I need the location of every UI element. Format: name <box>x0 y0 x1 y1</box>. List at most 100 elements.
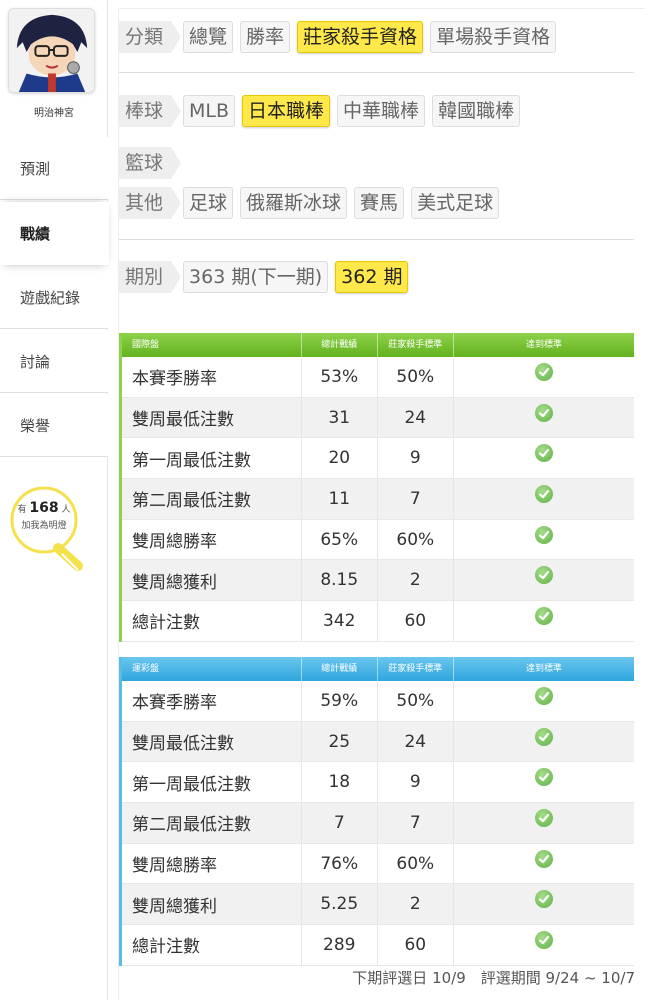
check-icon <box>535 768 554 787</box>
row-name: 雙周最低注數 <box>122 721 302 762</box>
chip-single-killer[interactable]: 單場殺手資格 <box>430 21 557 53</box>
row-name: 本賽季勝率 <box>122 357 302 397</box>
row-name: 雙周總勝率 <box>122 843 302 884</box>
row-standard: 50% <box>378 681 455 721</box>
chip-soccer[interactable]: 足球 <box>183 187 234 219</box>
row-total: 65% <box>302 519 378 560</box>
row-name: 雙周總勝率 <box>122 519 302 560</box>
filter-row-baseball: 棒球 MLB 日本職棒 中華職棒 韓國職棒 <box>119 95 527 127</box>
row-standard: 9 <box>378 762 455 803</box>
row-standard: 9 <box>378 438 455 479</box>
table-body: 本賽季勝率 53% 50% 雙周最低注數 31 24 第一周最低注數 20 9 第二周最低注數 11… <box>122 357 634 642</box>
table-row: 雙周總獲利 5.25 2 <box>122 884 634 926</box>
sidebar: 明治神宮 預測 戰績 遊戲紀錄 討論 榮譽 有 168 人 加我為明燈 <box>0 0 109 1000</box>
row-total: 76% <box>302 843 378 884</box>
baseball-label: 棒球 <box>119 95 182 127</box>
check-icon <box>535 686 554 705</box>
header-standard: 莊家殺手標準 <box>378 333 455 357</box>
row-standard: 7 <box>378 803 455 843</box>
table-row: 雙周總獲利 8.15 2 <box>122 560 634 602</box>
fans-line2: 加我為明燈 <box>21 521 67 531</box>
header-total: 總計戰績 <box>302 333 378 357</box>
nav-item-predict[interactable]: 預測 <box>0 137 108 200</box>
row-standard: 50% <box>378 357 455 397</box>
table-sports-lottery: 運彩盤 總計戰績 莊家殺手標準 達到標準 本賽季勝率 59% 50% 雙周最低注數 25… <box>119 657 634 966</box>
row-standard: 60% <box>378 843 455 884</box>
check-icon <box>535 525 554 544</box>
row-total: 11 <box>302 479 378 519</box>
table-title: 國際盤 <box>122 333 302 357</box>
table-row: 第二周最低注數 11 7 <box>122 479 634 520</box>
row-qualified <box>454 398 634 438</box>
chip-mlb[interactable]: MLB <box>183 95 236 127</box>
user-name: 明治神宮 <box>34 108 74 119</box>
row-qualified <box>454 520 634 560</box>
check-icon <box>535 606 554 625</box>
row-name: 雙周最低注數 <box>122 397 302 438</box>
table-row: 雙周最低注數 25 24 <box>122 721 634 763</box>
check-icon <box>535 403 554 422</box>
table-row: 總計注數 342 60 <box>122 601 634 642</box>
row-total: 20 <box>302 438 378 479</box>
row-total: 7 <box>302 803 378 843</box>
table-title: 運彩盤 <box>122 657 302 681</box>
period-label: 期別 <box>119 261 182 293</box>
fans-count-text[interactable]: 有 168 人 加我為明燈 <box>12 500 76 534</box>
header-total: 總計戰績 <box>302 657 378 681</box>
chip-win-rate[interactable]: 勝率 <box>240 21 291 53</box>
row-qualified <box>454 844 634 884</box>
chip-american-football[interactable]: 美式足球 <box>411 187 500 219</box>
row-total: 5.25 <box>302 884 378 925</box>
avatar-image <box>9 9 94 92</box>
other-label: 其他 <box>119 187 182 219</box>
table-header: 國際盤 總計戰績 莊家殺手標準 達到標準 <box>122 333 634 357</box>
nav-item-discussion[interactable]: 討論 <box>0 330 108 393</box>
nav-item-game-history[interactable]: 遊戲紀錄 <box>0 266 108 329</box>
row-total: 342 <box>302 601 378 641</box>
check-icon <box>535 566 554 585</box>
row-total: 25 <box>302 721 378 762</box>
row-name: 本賽季勝率 <box>122 681 302 721</box>
nav-item-record[interactable]: 戰績 <box>0 202 109 265</box>
check-icon <box>535 808 554 827</box>
chip-cpbl[interactable]: 中華職棒 <box>337 95 426 127</box>
chip-period-362[interactable]: 362 期 <box>335 261 409 293</box>
row-standard: 2 <box>378 884 455 925</box>
fans-count: 168 <box>29 500 59 516</box>
chip-kbo[interactable]: 韓國職棒 <box>432 95 521 127</box>
row-qualified <box>454 762 634 802</box>
table-row: 第一周最低注數 18 9 <box>122 762 634 804</box>
table-row: 雙周總勝率 76% 60% <box>122 843 634 885</box>
table-row: 本賽季勝率 53% 50% <box>122 357 634 398</box>
row-total: 289 <box>302 925 378 965</box>
chip-period-363[interactable]: 363 期(下一期) <box>183 261 329 293</box>
check-icon <box>535 930 554 949</box>
basketball-label: 籃球 <box>119 147 182 179</box>
divider <box>119 72 634 73</box>
table-row: 第一周最低注數 20 9 <box>122 438 634 480</box>
chip-overview[interactable]: 總覽 <box>183 21 234 53</box>
check-icon <box>535 849 554 868</box>
chip-banker-killer[interactable]: 莊家殺手資格 <box>297 21 424 53</box>
row-name: 總計注數 <box>122 601 302 641</box>
chip-khl[interactable]: 俄羅斯冰球 <box>240 187 348 219</box>
check-icon <box>535 444 554 463</box>
row-name: 第一周最低注數 <box>122 438 302 479</box>
filter-row-category: 分類 總覽 勝率 莊家殺手資格 單場殺手資格 <box>119 21 563 53</box>
nav-item-honor[interactable]: 榮譽 <box>0 394 108 457</box>
row-qualified <box>454 803 634 843</box>
row-total: 53% <box>302 357 378 397</box>
table-row: 雙周總勝率 65% 60% <box>122 519 634 561</box>
chip-horse-racing[interactable]: 賽馬 <box>354 187 405 219</box>
divider <box>119 239 634 240</box>
row-name: 第二周最低注數 <box>122 803 302 843</box>
row-standard: 24 <box>378 397 455 438</box>
row-name: 總計注數 <box>122 925 302 965</box>
avatar[interactable] <box>8 8 95 93</box>
row-qualified <box>454 479 634 519</box>
row-name: 雙周總獲利 <box>122 560 302 601</box>
row-qualified <box>454 681 634 721</box>
row-qualified <box>454 925 634 965</box>
row-name: 雙周總獲利 <box>122 884 302 925</box>
chip-npb[interactable]: 日本職棒 <box>242 95 331 127</box>
